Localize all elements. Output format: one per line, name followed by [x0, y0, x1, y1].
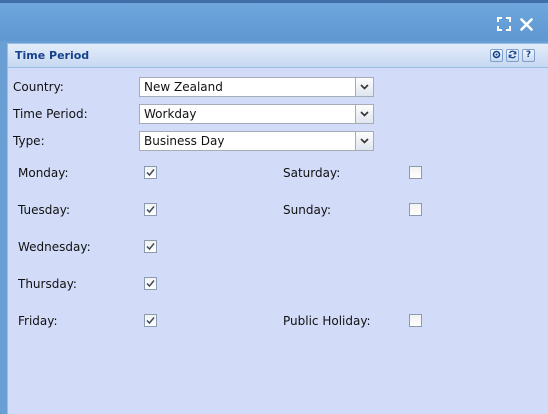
maximize-button[interactable] — [496, 16, 512, 32]
chevron-down-icon — [360, 138, 369, 144]
refresh-tool-button[interactable] — [506, 49, 519, 62]
country-dropdown-trigger[interactable] — [355, 78, 373, 96]
public-holiday-label: Public Holiday: — [283, 314, 371, 328]
panel-header: Time Period ? — [8, 44, 548, 68]
country-label: Country: — [13, 80, 64, 94]
type-value: Business Day — [144, 134, 225, 148]
help-icon: ? — [525, 50, 532, 60]
help-tool-button[interactable]: ? — [522, 49, 535, 62]
wednesday-checkbox[interactable] — [144, 240, 157, 253]
wednesday-label: Wednesday: — [18, 240, 91, 254]
window-header — [0, 3, 548, 41]
checkmark-icon — [146, 243, 155, 251]
friday-checkbox[interactable] — [144, 314, 157, 327]
monday-checkbox[interactable] — [144, 166, 157, 179]
saturday-label: Saturday: — [283, 166, 341, 180]
refresh-icon — [508, 50, 517, 62]
country-select[interactable]: New Zealand — [139, 77, 374, 97]
close-button[interactable] — [518, 16, 534, 32]
time-period-select[interactable]: Workday — [139, 104, 374, 124]
monday-label: Monday: — [18, 166, 69, 180]
time-period-dropdown-trigger[interactable] — [355, 105, 373, 123]
close-icon — [519, 17, 533, 31]
chevron-down-icon — [360, 84, 369, 90]
type-dropdown-trigger[interactable] — [355, 132, 373, 150]
time-period-panel: Time Period ? Country: New Zealand Time … — [7, 43, 548, 414]
tuesday-checkbox[interactable] — [144, 203, 157, 216]
friday-label: Friday: — [18, 314, 58, 328]
type-label: Type: — [13, 134, 45, 148]
time-period-value: Workday — [144, 107, 197, 121]
sunday-checkbox[interactable] — [409, 203, 422, 216]
maximize-icon — [497, 17, 511, 31]
checkmark-icon — [146, 169, 155, 177]
checkmark-icon — [146, 317, 155, 325]
settings-tool-button[interactable] — [490, 49, 503, 62]
country-value: New Zealand — [144, 80, 223, 94]
type-select[interactable]: Business Day — [139, 131, 374, 151]
panel-title: Time Period — [15, 49, 90, 62]
tuesday-label: Tuesday: — [18, 203, 70, 217]
public-holiday-checkbox[interactable] — [409, 314, 422, 327]
saturday-checkbox[interactable] — [409, 166, 422, 179]
thursday-label: Thursday: — [18, 277, 77, 291]
chevron-down-icon — [360, 111, 369, 117]
time-period-label: Time Period: — [13, 107, 88, 121]
checkmark-icon — [146, 280, 155, 288]
thursday-checkbox[interactable] — [144, 277, 157, 290]
checkmark-icon — [146, 206, 155, 214]
settings-icon — [492, 50, 501, 62]
sunday-label: Sunday: — [283, 203, 332, 217]
